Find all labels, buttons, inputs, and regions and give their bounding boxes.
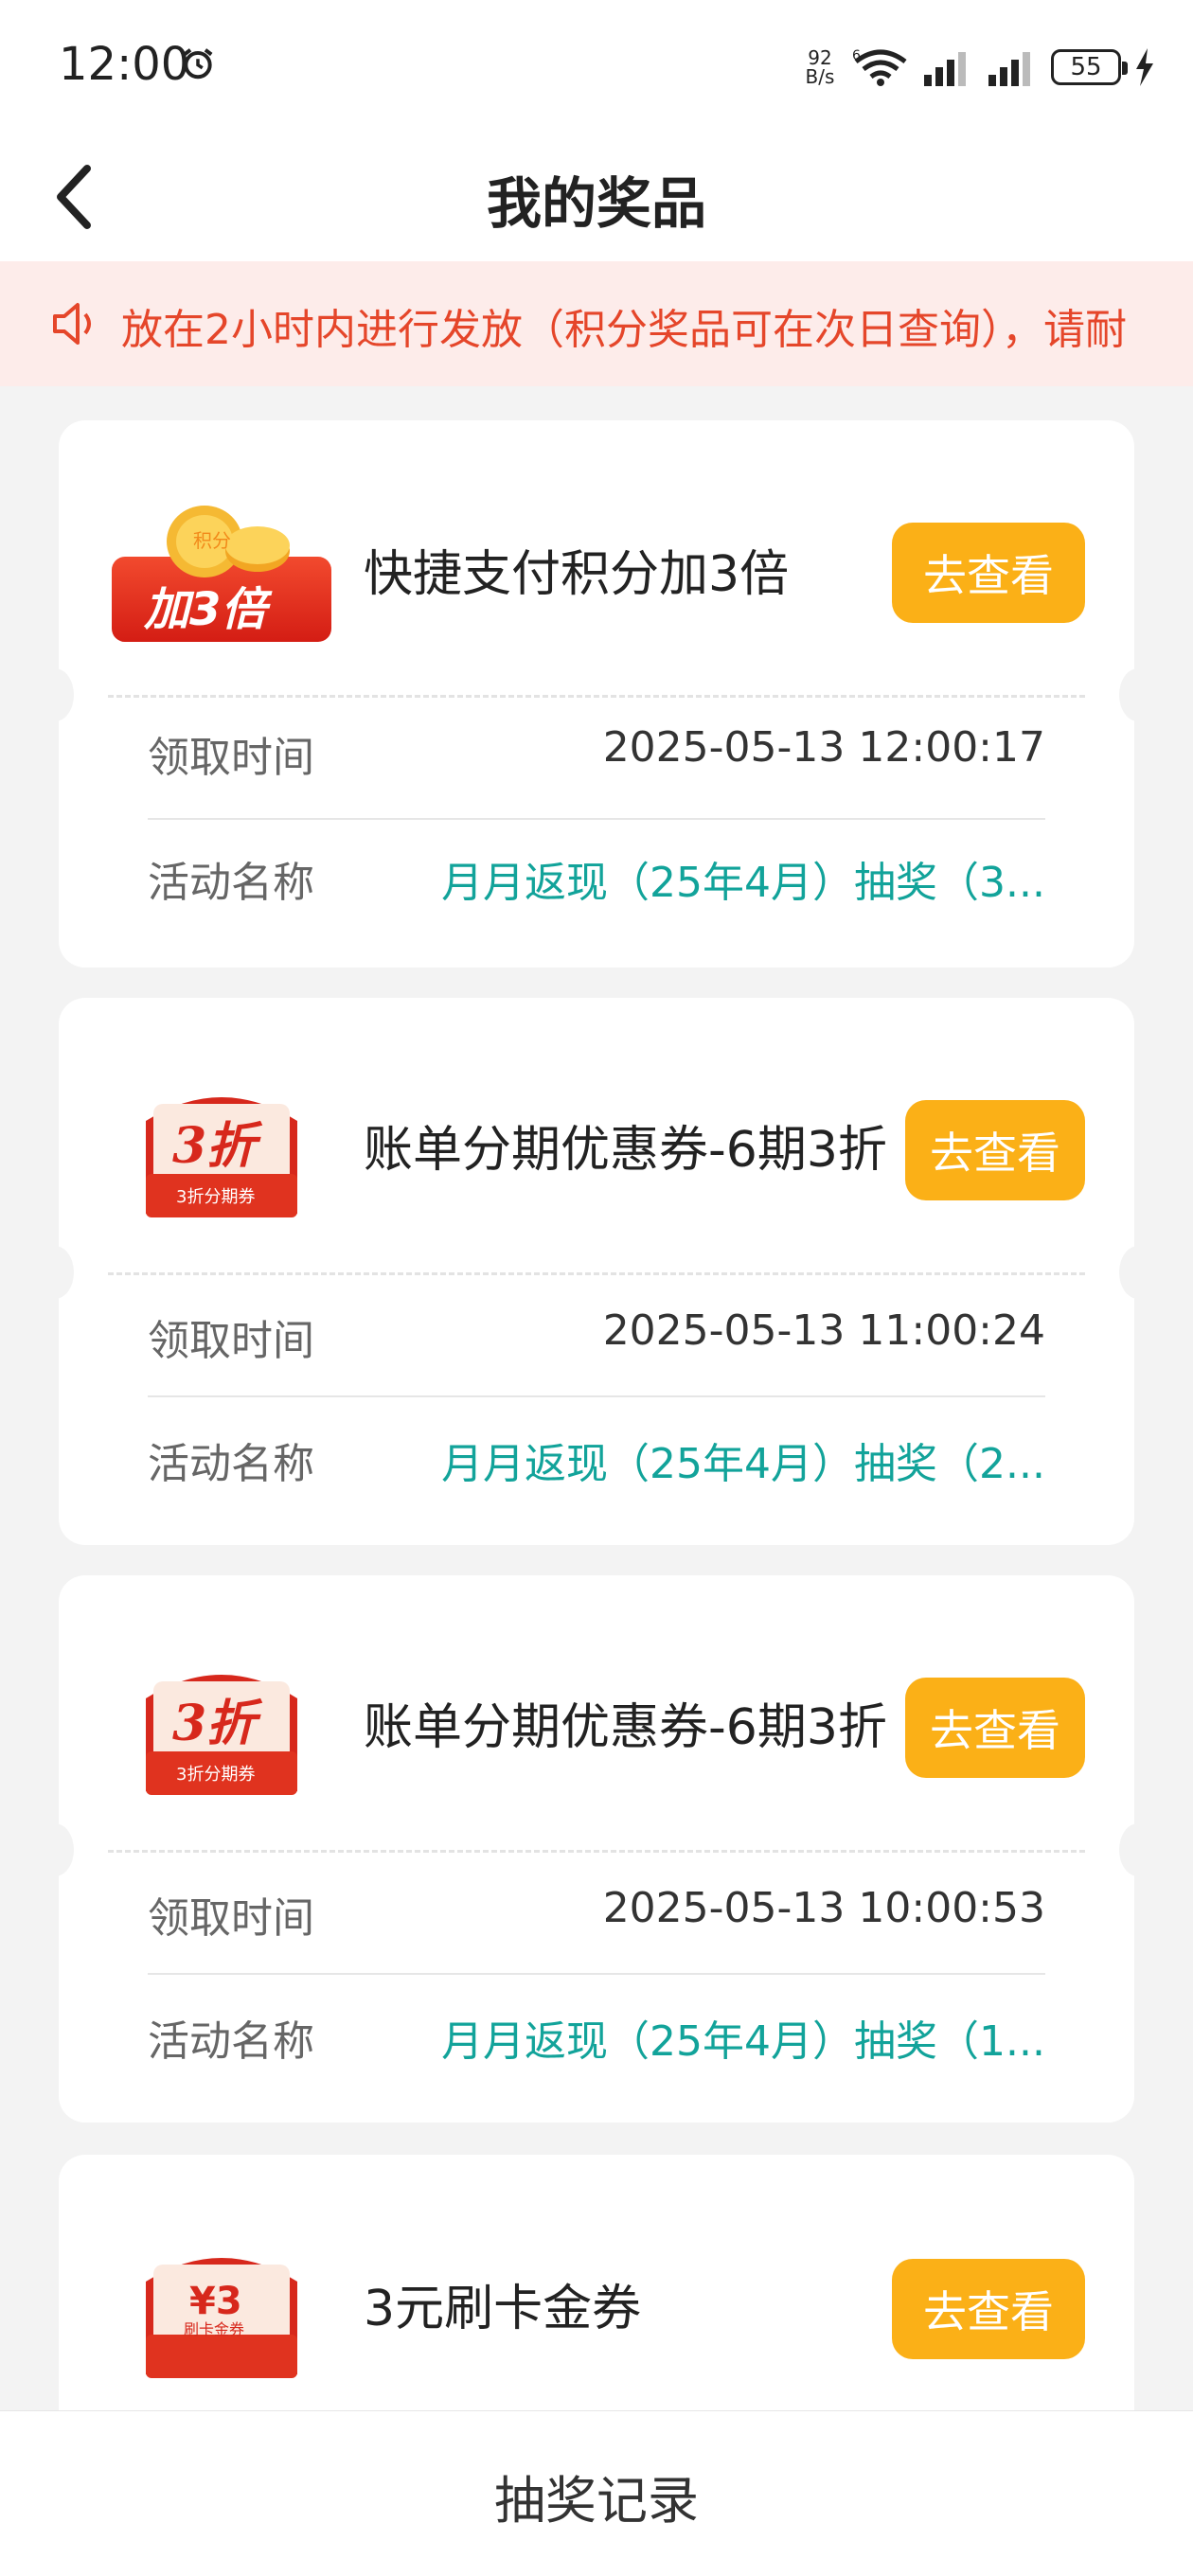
header: 我的奖品 xyxy=(0,133,1193,261)
clock: 12:00 xyxy=(59,38,190,91)
dashed-divider xyxy=(108,1850,1085,1853)
svg-text:6: 6 xyxy=(852,48,861,63)
prize-title: 快捷支付积分加3倍 xyxy=(364,546,790,603)
claim-time-label: 领取时间 xyxy=(148,1894,314,1943)
prize-card: 积分 加3倍 快捷支付积分加3倍 去查看 领取时间 2025-05-13 12:… xyxy=(36,420,1157,968)
activity-name-value[interactable]: 月月返现（25年4月）抽奖（2... xyxy=(401,1430,1045,1490)
activity-name-label: 活动名称 xyxy=(148,859,314,907)
claim-time-label: 领取时间 xyxy=(148,1317,314,1365)
card-cash-coupon-image: ¥3 刷卡金券 xyxy=(146,2258,297,2378)
dashed-divider xyxy=(108,695,1085,698)
status-bar: 12:00 92 B/s 6 55 xyxy=(0,0,1193,133)
view-button[interactable]: 去查看 xyxy=(892,2259,1085,2359)
signal-icon-2 xyxy=(988,52,1030,86)
installment-coupon-image: 3折 3折分期券 xyxy=(146,1097,297,1217)
activity-name-label: 活动名称 xyxy=(148,1440,314,1488)
divider xyxy=(148,1973,1045,1975)
activity-name-label: 活动名称 xyxy=(148,2017,314,2066)
svg-text:3折: 3折 xyxy=(172,1695,263,1752)
view-button[interactable]: 去查看 xyxy=(905,1678,1085,1778)
prize-title: 账单分期优惠券-6期3折 xyxy=(364,1699,887,1756)
charging-icon xyxy=(1136,48,1153,86)
prize-card: 3折 3折分期券 账单分期优惠券-6期3折 去查看 领取时间 2025-05-1… xyxy=(36,1575,1157,2123)
wifi-icon: 6 xyxy=(852,48,907,86)
claim-time-value: 2025-05-13 10:00:53 xyxy=(602,1884,1045,1932)
svg-text:3折分期券: 3折分期券 xyxy=(176,1187,255,1207)
claim-time-value: 2025-05-13 11:00:24 xyxy=(602,1306,1045,1355)
activity-name-value[interactable]: 月月返现（25年4月）抽奖（3... xyxy=(401,848,1045,909)
signal-icon-1 xyxy=(924,52,966,86)
installment-coupon-image: 3折 3折分期券 xyxy=(146,1675,297,1795)
network-speed: 92 B/s xyxy=(805,46,835,88)
svg-text:¥3: ¥3 xyxy=(189,2280,242,2323)
speaker-icon xyxy=(53,303,91,345)
prize-title: 账单分期优惠券-6期3折 xyxy=(364,1122,887,1179)
notice-text: 放在2小时内进行发放（积分奖品可在次日查询），请耐 xyxy=(121,306,1127,354)
activity-name-value[interactable]: 月月返现（25年4月）抽奖（1... xyxy=(401,2007,1045,2068)
svg-text:加3倍: 加3倍 xyxy=(143,583,273,636)
view-button[interactable]: 去查看 xyxy=(905,1100,1085,1200)
claim-time-label: 领取时间 xyxy=(148,734,314,782)
alarm-icon xyxy=(183,48,213,80)
divider xyxy=(148,818,1045,820)
notice-banner: 放在2小时内进行发放（积分奖品可在次日查询），请耐 xyxy=(0,261,1193,386)
prize-title: 3元刷卡金券 xyxy=(364,2281,642,2337)
draw-records-button[interactable]: 抽奖记录 xyxy=(0,2459,1193,2533)
points-triple-image: 积分 加3倍 xyxy=(112,506,331,642)
svg-text:刷卡金券: 刷卡金券 xyxy=(184,2320,244,2338)
prize-card: 3折 3折分期券 账单分期优惠券-6期3折 去查看 领取时间 2025-05-1… xyxy=(36,998,1157,1545)
svg-text:积分: 积分 xyxy=(193,529,231,552)
svg-text:3折: 3折 xyxy=(172,1117,263,1175)
bottom-bar: 抽奖记录 xyxy=(0,2410,1193,2576)
battery-indicator: 55 xyxy=(1051,49,1128,85)
divider xyxy=(148,1395,1045,1397)
view-button[interactable]: 去查看 xyxy=(892,523,1085,623)
svg-text:3折分期券: 3折分期券 xyxy=(176,1765,255,1785)
dashed-divider xyxy=(108,1272,1085,1275)
claim-time-value: 2025-05-13 12:00:17 xyxy=(602,723,1045,772)
page-title: 我的奖品 xyxy=(486,171,706,236)
